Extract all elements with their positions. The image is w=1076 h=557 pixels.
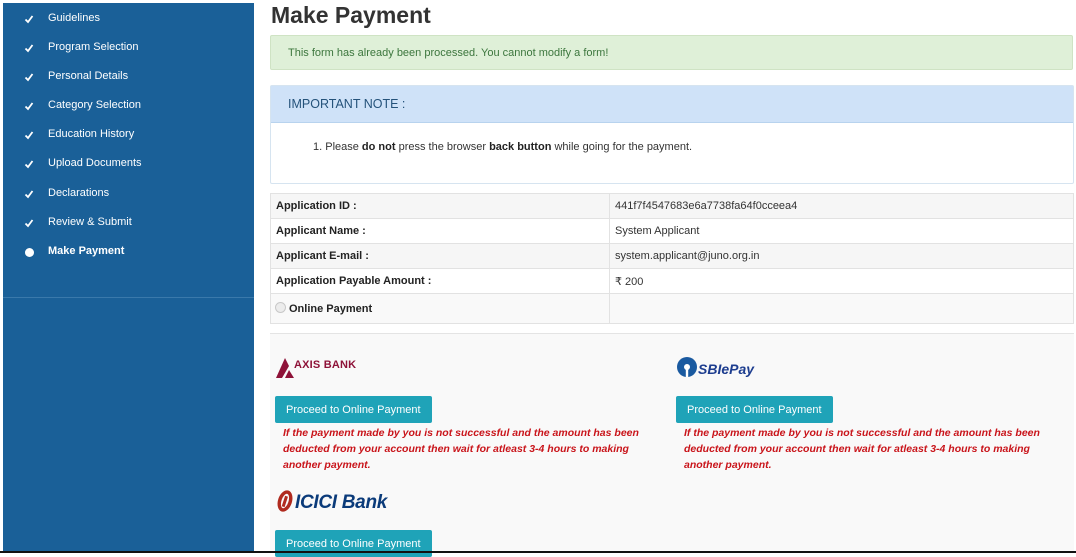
alert-text: This form has already been processed. Yo… xyxy=(288,47,609,59)
application-info-table: Application ID : 441f7f4547683e6a7738fa6… xyxy=(270,193,1074,324)
sidebar-item-make-payment[interactable]: Make Payment xyxy=(3,237,254,266)
sidebar-item-label: Review & Submit xyxy=(48,216,132,228)
sidebar-item-category-selection[interactable]: Category Selection xyxy=(3,91,254,120)
current-step-dot-icon xyxy=(23,246,35,258)
applicant-name-value: System Applicant xyxy=(609,218,1074,244)
applicant-email-value: system.applicant@juno.org.in xyxy=(609,243,1074,269)
check-icon xyxy=(23,217,35,229)
check-icon xyxy=(23,129,35,141)
check-icon xyxy=(23,100,35,112)
note-text: while going for the payment. xyxy=(551,141,693,153)
note-text: 1. Please xyxy=(313,141,362,153)
sidebar-item-label: Make Payment xyxy=(48,245,125,257)
sidebar-item-label: Guidelines xyxy=(48,12,100,24)
table-row: Applicant Name : System Applicant xyxy=(270,218,1074,244)
sidebar-item-label: Upload Documents xyxy=(48,157,142,169)
application-id-label: Application ID : xyxy=(270,193,610,219)
note-item: 1. Please do not press the browser back … xyxy=(313,141,692,153)
note-heading: IMPORTANT NOTE : xyxy=(288,97,406,111)
payable-amount-label: Application Payable Amount : xyxy=(270,268,610,294)
icici-icon xyxy=(277,490,293,512)
sidebar-item-label: Education History xyxy=(48,128,135,140)
table-row: Application ID : 441f7f4547683e6a7738fa6… xyxy=(270,193,1074,219)
empty-cell xyxy=(609,293,1074,324)
important-note-panel: IMPORTANT NOTE : 1. Please do not press … xyxy=(270,85,1074,184)
note-emphasis: back button xyxy=(489,141,552,153)
application-id-value: 441f7f4547683e6a7738fa64f0cceea4 xyxy=(609,193,1074,219)
processed-alert: This form has already been processed. Yo… xyxy=(270,35,1073,70)
sidebar-item-upload-documents[interactable]: Upload Documents xyxy=(3,149,254,178)
note-heading-bar: IMPORTANT NOTE : xyxy=(271,86,1073,123)
sidebar-item-label: Personal Details xyxy=(48,70,129,82)
sbi-payment-warning: If the payment made by you is not succes… xyxy=(684,427,1040,471)
sbi-epay-logo: SBIePay xyxy=(676,356,766,380)
axis-proceed-button[interactable]: Proceed to Online Payment xyxy=(275,396,432,423)
applicant-name-label: Applicant Name : xyxy=(270,218,610,244)
check-icon xyxy=(23,42,35,54)
page-title: Make Payment xyxy=(271,2,431,28)
sidebar: Guidelines Program Selection Personal De… xyxy=(3,3,254,551)
table-row: Application Payable Amount : ₹ 200 xyxy=(270,268,1074,294)
sidebar-item-label: Program Selection xyxy=(48,41,139,53)
online-payment-label: Online Payment xyxy=(289,303,373,315)
payable-amount-value: ₹ 200 xyxy=(609,268,1074,294)
online-payment-option[interactable]: Online Payment xyxy=(270,293,610,324)
axis-payment-warning: If the payment made by you is not succes… xyxy=(283,427,639,471)
check-icon xyxy=(23,71,35,83)
sidebar-item-label: Declarations xyxy=(48,187,110,199)
sbi-icon xyxy=(677,357,697,377)
sidebar-item-label: Category Selection xyxy=(48,99,141,111)
sidebar-divider xyxy=(3,297,254,298)
sbi-proceed-button[interactable]: Proceed to Online Payment xyxy=(676,396,833,423)
sidebar-item-declarations[interactable]: Declarations xyxy=(3,179,254,208)
sidebar-item-review-submit[interactable]: Review & Submit xyxy=(3,208,254,237)
icici-bank-logo: ICICI Bank xyxy=(276,488,406,518)
axis-bank-logo-text: AXIS BANK xyxy=(294,359,357,371)
check-icon xyxy=(23,158,35,170)
note-text: press the browser xyxy=(395,141,490,153)
sidebar-item-education-history[interactable]: Education History xyxy=(3,120,254,149)
online-payment-radio[interactable] xyxy=(275,302,286,313)
sidebar-item-program-selection[interactable]: Program Selection xyxy=(3,33,254,62)
axis-bank-logo: AXIS BANK xyxy=(276,355,376,379)
payment-option-row: Online Payment xyxy=(270,293,1074,324)
sbi-epay-logo-text: SBIePay xyxy=(698,361,755,377)
note-emphasis: do not xyxy=(361,141,396,153)
sidebar-item-guidelines[interactable]: Guidelines xyxy=(3,4,254,33)
sidebar-item-personal-details[interactable]: Personal Details xyxy=(3,62,254,91)
payment-gateways: AXIS BANK Proceed to Online Payment If t… xyxy=(270,333,1074,557)
axis-bank-icon xyxy=(276,358,294,378)
check-icon xyxy=(23,13,35,25)
bottom-border xyxy=(0,551,1076,553)
applicant-email-label: Applicant E-mail : xyxy=(270,243,610,269)
table-row: Applicant E-mail : system.applicant@juno… xyxy=(270,243,1074,269)
check-icon xyxy=(23,188,35,200)
icici-bank-logo-text: ICICI Bank xyxy=(295,492,388,513)
